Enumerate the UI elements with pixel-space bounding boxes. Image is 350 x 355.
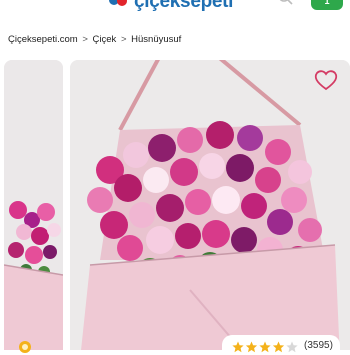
cart-button[interactable]: 1 bbox=[311, 0, 343, 10]
breadcrumb-item-current[interactable]: Hüsnüyusuf bbox=[131, 34, 181, 45]
bouquet-image-previous bbox=[4, 60, 63, 350]
star-icon bbox=[272, 341, 285, 353]
star-icon bbox=[232, 341, 244, 353]
flower-logo-icon[interactable] bbox=[108, 0, 130, 10]
product-rating[interactable]: (3595) bbox=[222, 335, 340, 355]
rating-stars bbox=[232, 341, 298, 353]
heart-icon bbox=[314, 70, 338, 91]
product-image-carousel[interactable] bbox=[0, 58, 350, 350]
favorite-button[interactable] bbox=[312, 68, 340, 92]
brand-logo-text[interactable]: çiçeksepeti bbox=[134, 0, 233, 13]
top-app-bar: çiçeksepeti 1 bbox=[0, 0, 350, 22]
breadcrumb-separator: > bbox=[120, 34, 127, 45]
cart-count-badge: 1 bbox=[324, 0, 330, 6]
star-icon bbox=[286, 341, 298, 353]
star-icon bbox=[259, 341, 271, 353]
breadcrumb-item-home[interactable]: Çiçeksepeti.com bbox=[8, 34, 78, 45]
star-icon bbox=[245, 341, 258, 353]
carousel-image-previous[interactable] bbox=[4, 60, 63, 350]
breadcrumb-item-flower[interactable]: Çiçek bbox=[93, 34, 117, 45]
carousel-image-main[interactable] bbox=[70, 60, 350, 350]
award-badge-icon bbox=[19, 341, 31, 353]
review-count: (3595) bbox=[304, 340, 333, 351]
breadcrumb-separator: > bbox=[82, 34, 88, 45]
breadcrumb: Çiçeksepeti.com > Çiçek > Hüsnüyusuf bbox=[8, 34, 181, 48]
bouquet-image-main bbox=[70, 60, 350, 350]
search-icon[interactable] bbox=[278, 0, 294, 5]
